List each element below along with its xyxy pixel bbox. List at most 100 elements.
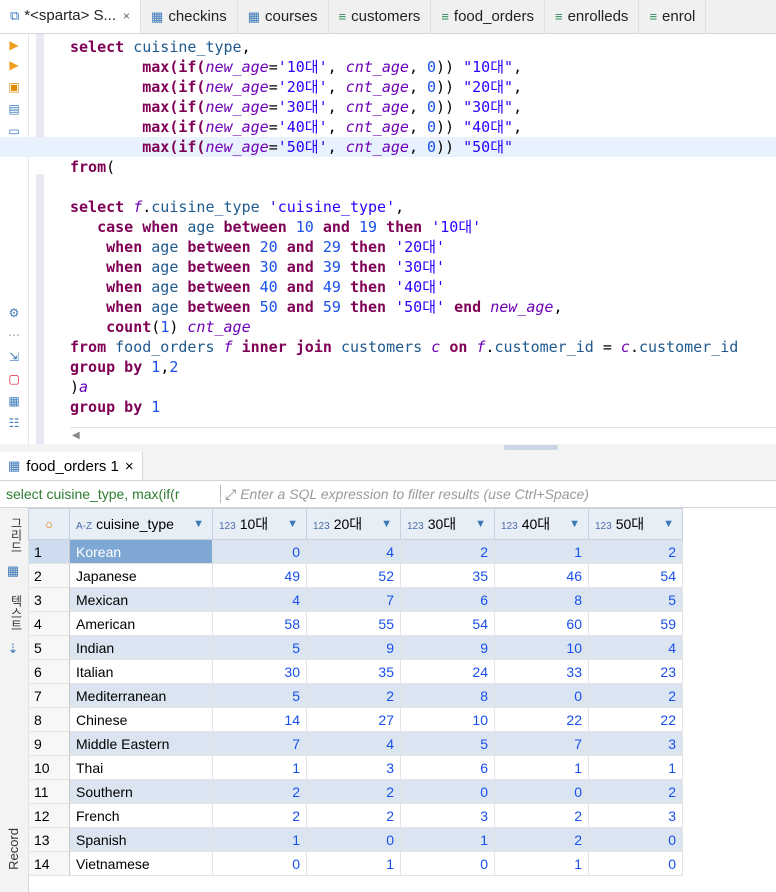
table-row[interactable]: 14 Vietnamese 0 1 0 1 0 [28, 851, 683, 876]
count-cell[interactable]: 6 [400, 755, 495, 780]
table-row[interactable]: 12 French 2 2 3 2 3 [28, 803, 683, 828]
table-row[interactable]: 1 Korean 0 4 2 1 2 [28, 539, 683, 564]
count-cell[interactable]: 5 [588, 587, 683, 612]
sort-dropdown-icon[interactable]: ▼ [193, 518, 204, 530]
count-cell[interactable]: 58 [212, 611, 307, 636]
sort-dropdown-icon[interactable]: ▼ [569, 518, 580, 530]
export-icon[interactable]: ⇲ [7, 350, 21, 364]
column-header[interactable]: 123 40대 ▼ [494, 508, 589, 540]
row-number[interactable]: 10 [28, 755, 70, 780]
count-cell[interactable]: 2 [588, 779, 683, 804]
sort-dropdown-icon[interactable]: ▼ [663, 518, 674, 530]
row-number[interactable]: 1 [28, 539, 70, 564]
count-cell[interactable]: 1 [212, 827, 307, 852]
count-cell[interactable]: 2 [400, 539, 495, 564]
count-cell[interactable]: 54 [400, 611, 495, 636]
editor-tab[interactable]: ⧉ *<sparta> S... × [0, 0, 142, 33]
count-cell[interactable]: 2 [494, 803, 589, 828]
count-cell[interactable]: 1 [400, 827, 495, 852]
count-cell[interactable]: 22 [588, 707, 683, 732]
code-line[interactable] [70, 177, 776, 197]
count-cell[interactable]: 3 [588, 731, 683, 756]
count-cell[interactable]: 2 [588, 683, 683, 708]
sort-dropdown-icon[interactable]: ▼ [475, 518, 486, 530]
row-number[interactable]: 14 [28, 851, 70, 876]
close-icon[interactable]: × [123, 9, 130, 23]
count-cell[interactable]: 2 [588, 539, 683, 564]
count-cell[interactable]: 2 [212, 779, 307, 804]
count-cell[interactable]: 4 [212, 587, 307, 612]
table-row[interactable]: 5 Indian 5 9 9 10 4 [28, 635, 683, 660]
count-cell[interactable]: 6 [400, 587, 495, 612]
table-row[interactable]: 3 Mexican 4 7 6 8 5 [28, 587, 683, 612]
count-cell[interactable]: 23 [588, 659, 683, 684]
execute-in-new-tab-icon[interactable]: ▶ [7, 58, 21, 72]
console-icon[interactable]: ▭ [7, 124, 21, 138]
column-header[interactable]: A-Z cuisine_type ▼ [69, 508, 213, 540]
filter-input[interactable]: Enter a SQL expression to filter results… [240, 486, 589, 502]
grid-view-tab[interactable]: 그리드 [3, 512, 25, 558]
column-header[interactable]: 123 10대 ▼ [212, 508, 307, 540]
sort-dropdown-icon[interactable]: ▼ [287, 518, 298, 530]
count-cell[interactable]: 8 [400, 683, 495, 708]
code-line[interactable]: from food_orders f inner join customers … [70, 337, 776, 357]
code-line[interactable]: when age between 30 and 39 then '30대' [70, 257, 776, 277]
select-all-icon[interactable]: ○ [45, 517, 53, 532]
editor-tab[interactable]: ≡ enrolleds [545, 0, 640, 33]
count-cell[interactable]: 1 [306, 851, 401, 876]
count-cell[interactable]: 1 [212, 755, 307, 780]
sql-editor[interactable]: ▶ ▶ ▣ ▤ ▭ ⚙ ⋯ ⇲ ▢ ▦ ☷ select cuisine_typ… [0, 34, 776, 444]
text-view-tab[interactable]: 텍스트 [3, 588, 25, 638]
explain-plan-icon[interactable]: ▤ [7, 102, 21, 116]
table-row[interactable]: 4 American 58 55 54 60 59 [28, 611, 683, 636]
count-cell[interactable]: 0 [588, 851, 683, 876]
filter-icon[interactable]: ⇣ [4, 640, 22, 658]
count-cell[interactable]: 3 [306, 755, 401, 780]
row-number[interactable]: 6 [28, 659, 70, 684]
count-cell[interactable]: 10 [494, 635, 589, 660]
table-row[interactable]: 13 Spanish 1 0 1 2 0 [28, 827, 683, 852]
count-cell[interactable]: 24 [400, 659, 495, 684]
table-row[interactable]: 6 Italian 30 35 24 33 23 [28, 659, 683, 684]
cuisine-cell[interactable]: American [69, 611, 213, 636]
row-number[interactable]: 12 [28, 803, 70, 828]
count-cell[interactable]: 46 [494, 563, 589, 588]
code-line[interactable]: group by 1 [70, 397, 776, 417]
count-cell[interactable]: 49 [212, 563, 307, 588]
code-line[interactable]: group by 1,2 [70, 357, 776, 377]
count-cell[interactable]: 0 [212, 539, 307, 564]
panel-splitter[interactable] [0, 444, 776, 452]
count-cell[interactable]: 55 [306, 611, 401, 636]
code-line[interactable]: select cuisine_type, [70, 37, 776, 57]
count-cell[interactable]: 4 [588, 635, 683, 660]
count-cell[interactable]: 30 [212, 659, 307, 684]
count-cell[interactable]: 2 [306, 683, 401, 708]
table-row[interactable]: 8 Chinese 14 27 10 22 22 [28, 707, 683, 732]
execute-script-icon[interactable]: ▣ [7, 80, 21, 94]
load-file-icon[interactable]: ▢ [7, 372, 21, 386]
count-cell[interactable]: 2 [306, 779, 401, 804]
count-cell[interactable]: 9 [400, 635, 495, 660]
count-cell[interactable]: 27 [306, 707, 401, 732]
code-line[interactable]: max(if(new_age='30대', cnt_age, 0)) "30대"… [70, 97, 776, 117]
format-icon[interactable]: ▦ [7, 394, 21, 408]
row-number[interactable]: 11 [28, 779, 70, 804]
count-cell[interactable]: 52 [306, 563, 401, 588]
count-cell[interactable]: 10 [400, 707, 495, 732]
table-row[interactable]: 11 Southern 2 2 0 0 2 [28, 779, 683, 804]
cuisine-cell[interactable]: Japanese [69, 563, 213, 588]
row-number-header[interactable]: ○ [28, 508, 70, 540]
row-number[interactable]: 9 [28, 731, 70, 756]
count-cell[interactable]: 1 [494, 851, 589, 876]
count-cell[interactable]: 22 [494, 707, 589, 732]
count-cell[interactable]: 7 [306, 587, 401, 612]
count-cell[interactable]: 9 [306, 635, 401, 660]
code-line[interactable]: max(if(new_age='50대', cnt_age, 0)) "50대" [0, 137, 776, 157]
row-number[interactable]: 4 [28, 611, 70, 636]
count-cell[interactable]: 0 [494, 779, 589, 804]
sql-code[interactable]: select cuisine_type, max(if(new_age='10대… [0, 37, 776, 417]
count-cell[interactable]: 14 [212, 707, 307, 732]
count-cell[interactable]: 8 [494, 587, 589, 612]
code-line[interactable]: from( [70, 157, 776, 177]
count-cell[interactable]: 5 [212, 683, 307, 708]
